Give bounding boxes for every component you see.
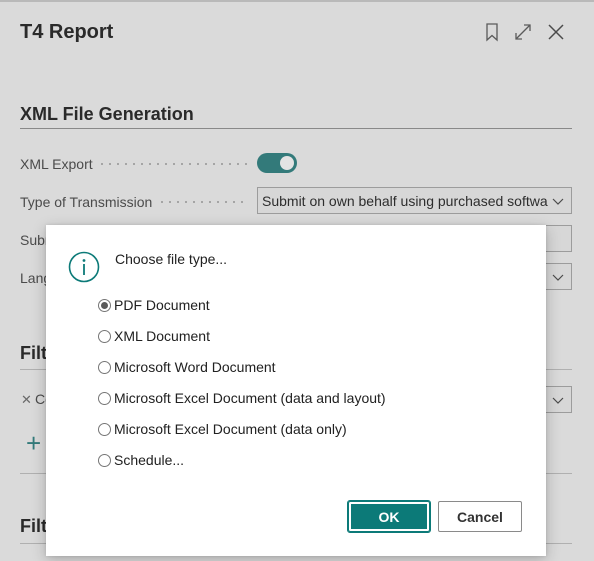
option-xml-document[interactable]: XML Document [98, 326, 210, 346]
option-label: Schedule... [114, 452, 185, 468]
radio-button[interactable] [98, 329, 111, 343]
option-pdf-document[interactable]: PDF Document [98, 295, 210, 315]
radio-button[interactable] [98, 453, 111, 467]
ok-button[interactable]: OK [347, 500, 431, 533]
option-word-document[interactable]: Microsoft Word Document [98, 357, 276, 377]
cancel-button[interactable]: Cancel [438, 501, 522, 532]
option-label: Microsoft Word Document [114, 359, 276, 375]
file-type-dialog: Choose file type... PDF Document XML Doc… [46, 225, 546, 556]
radio-button[interactable] [98, 422, 111, 436]
option-label: PDF Document [114, 297, 210, 313]
option-excel-data-only[interactable]: Microsoft Excel Document (data only) [98, 419, 347, 439]
option-excel-data-layout[interactable]: Microsoft Excel Document (data and layou… [98, 388, 386, 408]
option-schedule[interactable]: Schedule... [98, 450, 184, 470]
option-label: Microsoft Excel Document (data and layou… [114, 390, 386, 406]
radio-button[interactable] [98, 298, 111, 312]
radio-button[interactable] [98, 391, 111, 405]
option-label: XML Document [114, 328, 210, 344]
radio-button[interactable] [98, 360, 111, 374]
option-label: Microsoft Excel Document (data only) [114, 421, 347, 437]
dialog-prompt: Choose file type... [115, 251, 228, 267]
info-icon [68, 251, 100, 283]
